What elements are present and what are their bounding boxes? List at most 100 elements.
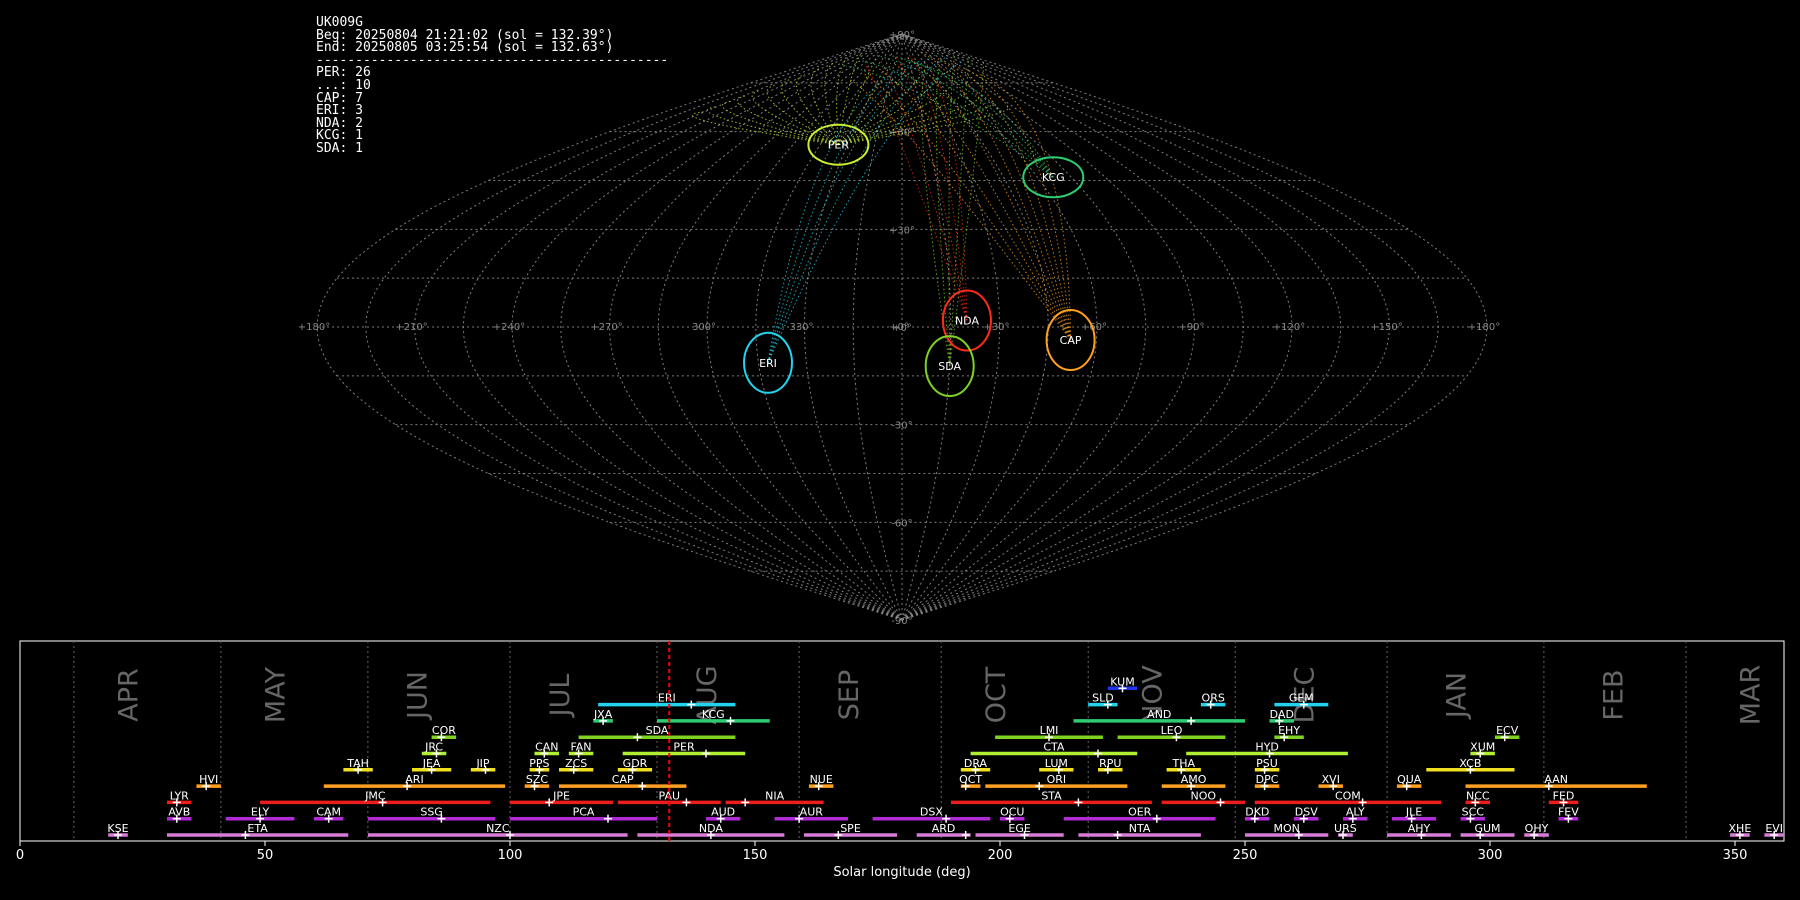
shower-label: EVI (1765, 822, 1783, 835)
shower-label: GDR (623, 757, 648, 770)
shower-ors: ORS (1200, 692, 1226, 709)
shower-aud: AUD (706, 806, 741, 823)
month-label: MAR (1736, 665, 1767, 726)
shower-label: PPS (529, 757, 549, 770)
shower-ari: ARI (323, 773, 506, 791)
shower-jmc: JMC (260, 789, 491, 807)
shower-jea: JEA (412, 757, 452, 774)
shower-label: JXA (593, 708, 613, 721)
x-tick-label: 100 (498, 848, 523, 863)
month-label: OCT (981, 666, 1012, 723)
shower-label: XCB (1459, 757, 1481, 770)
shower-ecv: ECV (1494, 724, 1520, 742)
x-tick-label: 200 (988, 848, 1013, 863)
lon-tick-label: +270° (590, 322, 622, 333)
shower-label: NOO (1191, 789, 1217, 802)
shower-label: ECV (1496, 724, 1519, 737)
shower-per: PER (622, 741, 746, 758)
shower-tha: THA (1166, 757, 1201, 774)
meteor-trail (979, 73, 1072, 341)
x-tick-label: 300 (1478, 848, 1503, 863)
shower-and: AND (1073, 708, 1245, 725)
shower-label: AHY (1408, 822, 1431, 835)
shower-fev: FEV (1558, 806, 1579, 823)
meteor-trail (838, 106, 1010, 146)
shower-label: SPE (840, 822, 861, 835)
shower-ocu: OCU (1000, 806, 1025, 823)
meteor-trail (860, 60, 1054, 178)
shower-ard: ARD (916, 822, 971, 839)
shower-ori: ORI (985, 773, 1128, 791)
x-tick-label: 150 (743, 848, 768, 863)
radiant-label: KCG (1042, 171, 1065, 184)
month-label: MAY (261, 666, 292, 723)
shower-dkd: DKD (1245, 806, 1270, 823)
shower-cor: COR (431, 724, 456, 742)
shower-ege: EGE (975, 822, 1064, 839)
shower-urs: URS (1334, 822, 1357, 839)
shower-label: XUM (1470, 741, 1495, 754)
radiant-label: PER (828, 139, 850, 152)
x-tick-label: 0 (16, 848, 24, 863)
shower-label: ELY (251, 806, 270, 819)
meteor-trail (767, 60, 964, 364)
shower-label: COR (432, 724, 456, 737)
shower-ssg: SSG (367, 806, 496, 823)
meteor-trail (767, 54, 950, 363)
shower-label: AND (1147, 708, 1171, 721)
x-tick-label: 250 (1233, 848, 1258, 863)
shower-label: JLE (1405, 806, 1422, 819)
radiant-label: SDA (938, 360, 961, 373)
shower-nta: NTA (1078, 822, 1201, 839)
shower-gdr: GDR (617, 757, 653, 774)
shower-label: LEO (1161, 724, 1183, 737)
shower-label: ORI (1047, 773, 1067, 786)
shower-label: ALY (1346, 806, 1365, 819)
shower-label: DAD (1270, 708, 1294, 721)
shower-label: EGE (1008, 822, 1030, 835)
shower-scc: SCC (1460, 806, 1486, 823)
shower-label: PER (673, 741, 695, 754)
meteor-trail (837, 63, 892, 145)
meteor-trails (692, 52, 1072, 367)
radiant-label: NDA (955, 314, 980, 327)
shower-label: JIP (475, 757, 489, 770)
radiant-label: CAP (1060, 334, 1082, 347)
shower-label: AUD (711, 806, 735, 819)
shower-dsv: DSV (1294, 806, 1319, 823)
shower-label: HYD (1255, 741, 1278, 754)
shower-jpe: JPE (510, 789, 613, 807)
shower-label: KCG (702, 708, 725, 721)
shower-label: AVB (168, 806, 190, 819)
shower-label: DKD (1245, 806, 1269, 819)
shower-hvi: HVI (196, 773, 221, 791)
shower-label: ORS (1202, 692, 1225, 705)
shower-label: TAH (346, 757, 369, 770)
shower-label: GUM (1474, 822, 1500, 835)
shower-cam: CAM (314, 806, 344, 823)
shower-psu: PSU (1254, 757, 1280, 774)
month-label: JUN (403, 671, 434, 721)
meteor-trail (767, 54, 936, 363)
shower-eta: ETA (167, 822, 349, 839)
shower-label: OER (1128, 806, 1152, 819)
shower-label: NIA (765, 789, 784, 802)
shower-oer: OER (1063, 806, 1216, 823)
shower-gum: GUM (1460, 822, 1515, 839)
shower-label: DSV (1295, 806, 1318, 819)
shower-label: CAP (612, 773, 634, 786)
lon-tick-label: +30° (983, 322, 1009, 333)
sky-grid: +180°+150°+120°+90°+60°+30°+0°330°300°+2… (298, 30, 1500, 627)
shower-label: SDA (646, 724, 669, 737)
lat-tick-label: -60° (891, 518, 912, 529)
month-label: APR (114, 668, 145, 722)
shower-jrc: JRC (421, 741, 447, 758)
radiant-nda: NDA (941, 289, 992, 352)
lon-tick-label: +150° (1370, 322, 1402, 333)
shower-label: NDA (699, 822, 724, 835)
shower-sta: STA (951, 789, 1152, 807)
shower-sld: SLD (1088, 692, 1118, 709)
shower-label: OCU (1000, 806, 1024, 819)
lon-tick-label: +90° (1178, 322, 1204, 333)
meteor-trail (889, 54, 1054, 178)
